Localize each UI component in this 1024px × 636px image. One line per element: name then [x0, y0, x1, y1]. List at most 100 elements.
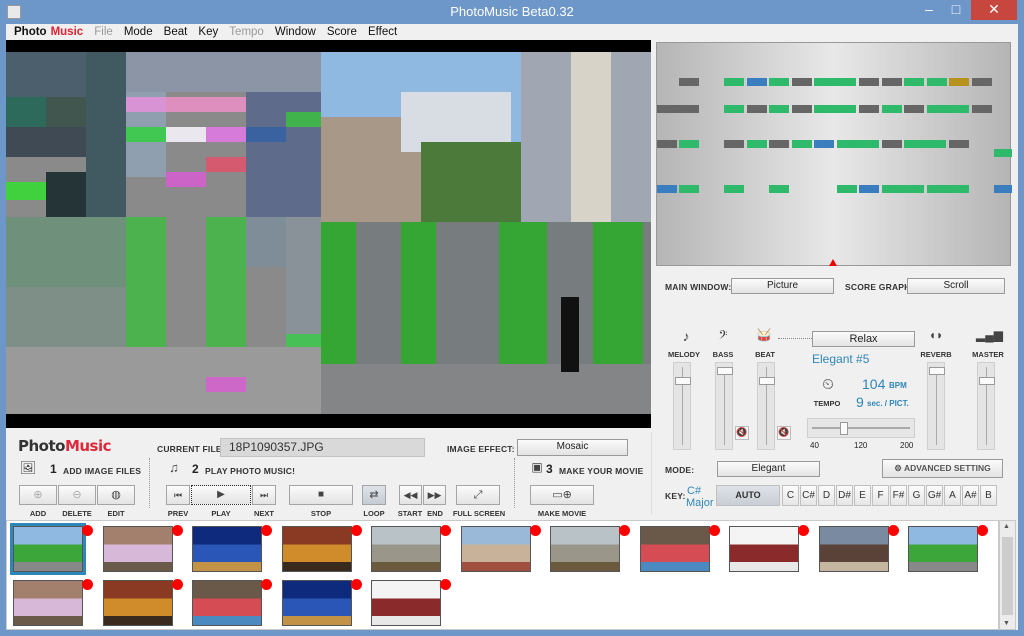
thumbnail-green-fence-street[interactable] [10, 523, 86, 575]
image-effect-label: IMAGE EFFECT: [447, 444, 515, 454]
end-button[interactable]: ▶▶ [423, 485, 446, 505]
thumbnail-balloons-market[interactable] [192, 580, 262, 626]
thumbnail-night-city-blue[interactable] [192, 526, 262, 572]
stop-button[interactable]: ■ [289, 485, 353, 505]
menu-key[interactable]: Key [194, 25, 222, 38]
edit-button[interactable]: ◍ [97, 485, 135, 505]
score-graph[interactable] [656, 42, 1012, 266]
key-a-sharp[interactable]: A# [962, 485, 979, 506]
full-screen-button[interactable]: ⤢ [456, 485, 500, 505]
thumbnail-scrollbar[interactable]: ▲ ▼ [999, 520, 1016, 630]
loop-button[interactable]: ⇄ [362, 485, 386, 505]
full-screen-label: FULL SCREEN [452, 509, 506, 518]
delete-button[interactable]: ⊖ [58, 485, 96, 505]
reverb-slider[interactable] [927, 362, 945, 450]
bpm-unit: BPM [889, 381, 907, 390]
loop-icon: ⇄ [369, 489, 379, 501]
menu-effect[interactable]: Effect [364, 25, 401, 38]
start-button[interactable]: ◀◀ [399, 485, 422, 505]
step3-label: MAKE YOUR MOVIE [559, 466, 644, 476]
thumbnail-coastal-sky[interactable] [371, 526, 441, 572]
key-e[interactable]: E [854, 485, 871, 506]
score-graph-select[interactable]: Scroll [907, 278, 1005, 294]
mode-select[interactable]: Elegant [717, 461, 820, 477]
menu-file[interactable]: File [90, 25, 117, 38]
scrollbar-thumb[interactable] [1002, 537, 1013, 615]
key-f-sharp[interactable]: F# [890, 485, 907, 506]
advanced-setting-button[interactable]: ⚙ ADVANCED SETTING [882, 459, 1003, 478]
beat-mute-icon[interactable]: 🔇 [777, 426, 791, 440]
add-button[interactable]: ⊕ [19, 485, 57, 505]
drum-icon: 🥁 [756, 328, 772, 342]
main-window-select[interactable]: Picture [731, 278, 834, 294]
menu-logo-photo: Photo [14, 26, 47, 38]
key-d[interactable]: D [818, 485, 835, 506]
key-f[interactable]: F [872, 485, 889, 506]
melody-label: MELODY [667, 350, 701, 359]
movie-add-icon: ▭⊕ [552, 489, 572, 501]
scroll-down-icon[interactable]: ▼ [1003, 620, 1010, 627]
thumbnail-book-shelves[interactable] [281, 526, 352, 572]
key-c[interactable]: C [782, 485, 799, 506]
thumbnail-night-city-blue[interactable] [281, 580, 352, 626]
picture-viewer[interactable] [6, 40, 651, 428]
close-button[interactable]: ✕ [971, 0, 1017, 20]
key-g-sharp[interactable]: G# [926, 485, 943, 506]
key-d-sharp[interactable]: D# [836, 485, 853, 506]
master-label: MASTER [972, 350, 1004, 359]
current-file-field: 18P1090357.JPG [220, 438, 425, 457]
menu-mode[interactable]: Mode [120, 25, 157, 38]
thumbnail-green-fence-street[interactable] [908, 526, 978, 572]
thumbnail-coastal-sky[interactable] [550, 526, 620, 572]
key-a[interactable]: A [944, 485, 961, 506]
plus-icon: ⊕ [33, 489, 43, 501]
minimize-button[interactable]: – [917, 0, 941, 20]
thumbnail-strip[interactable] [6, 520, 999, 630]
next-button[interactable]: ⏭ [252, 485, 276, 505]
thumbnail-tower-interior[interactable] [371, 580, 441, 626]
bass-slider[interactable] [715, 362, 733, 450]
menu-score[interactable]: Score [323, 25, 361, 38]
recorded-dot [708, 525, 720, 536]
maximize-button[interactable]: □ [944, 0, 968, 20]
prev-button[interactable]: ⏮ [166, 485, 190, 505]
recorded-dot [82, 525, 93, 536]
thumbnail-balloons-market[interactable] [639, 526, 710, 572]
thumbnail-old-buildings-dark[interactable] [818, 526, 889, 572]
scroll-up-icon[interactable]: ▲ [1003, 523, 1010, 530]
thumbnail-flower-hats[interactable] [102, 526, 173, 572]
menu-window[interactable]: Window [271, 25, 320, 38]
key-auto[interactable]: AUTO [716, 485, 780, 506]
title-bar: PhotoMusic Beta0.32 – □ ✕ [0, 0, 1024, 24]
recorded-dot [261, 525, 272, 536]
key-c-sharp[interactable]: C# [800, 485, 817, 506]
mode-label: MODE: [665, 465, 695, 475]
beat-slider[interactable] [757, 362, 775, 450]
key-g[interactable]: G [908, 485, 925, 506]
tempo-max: 200 [900, 441, 914, 450]
bass-mute-icon[interactable]: 🔇 [735, 426, 749, 440]
master-slider[interactable] [977, 362, 995, 450]
thumbnail-tower-interior[interactable] [729, 526, 799, 572]
tempo-slider[interactable] [807, 418, 915, 438]
metronome-icon: ⏲ [822, 376, 834, 393]
thumbnail-old-buildings[interactable] [460, 526, 531, 572]
image-effect-select[interactable]: Mosaic [517, 439, 628, 456]
menu-app-logo[interactable]: Photo Music [6, 24, 87, 38]
play-button[interactable]: ▶ [191, 485, 251, 505]
make-movie-button[interactable]: ▭⊕ [530, 485, 594, 505]
menu-tempo[interactable]: Tempo [225, 25, 268, 38]
thumbnail-flower-hats[interactable] [13, 580, 83, 626]
logo-photo: Photo [18, 437, 65, 455]
style-select[interactable]: Relax [812, 331, 915, 347]
recorded-dot [887, 525, 899, 536]
stop-icon: ■ [317, 489, 325, 500]
menu-beat[interactable]: Beat [160, 25, 192, 38]
recorded-dot [82, 579, 93, 590]
bpm-value: 104 [862, 376, 886, 392]
melody-slider[interactable] [673, 362, 691, 450]
tempo-slider-knob[interactable] [840, 422, 848, 435]
thumbnail-book-shelves[interactable] [102, 580, 173, 626]
key-b[interactable]: B [980, 485, 997, 506]
window-title: PhotoMusic Beta0.32 [450, 4, 574, 19]
